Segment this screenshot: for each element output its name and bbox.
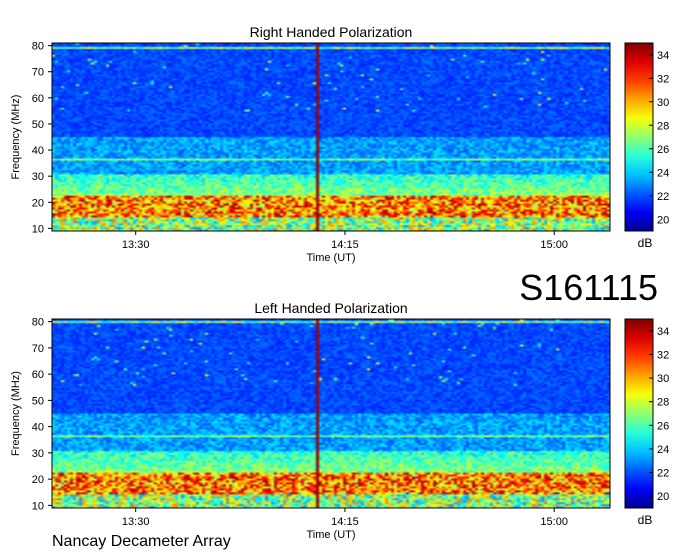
- y-tick-label: 20: [32, 474, 44, 486]
- colorbar-tick-label: 24: [657, 167, 669, 179]
- y-tick-label: 50: [32, 395, 44, 407]
- y-tick-label: 70: [32, 67, 44, 79]
- colorbar-tick-label: 22: [657, 191, 669, 203]
- colorbar-tick-label: 26: [657, 420, 669, 432]
- y-tick-label: 80: [32, 41, 44, 53]
- y-tick-label: 60: [32, 369, 44, 381]
- footer-caption: Nancay Decameter Array: [52, 533, 231, 550]
- y-axis-label: Frequency (MHz): [10, 95, 22, 180]
- event-id: S161115: [519, 267, 658, 308]
- colorbar-label: dB: [638, 513, 653, 527]
- x-tick-label: 13:30: [122, 516, 150, 528]
- y-axis-label: Frequency (MHz): [10, 371, 22, 456]
- y-tick-label: 40: [32, 422, 44, 434]
- colorbar-tick-label: 32: [657, 349, 669, 361]
- x-tick-label: 14:15: [331, 239, 359, 251]
- y-tick-label: 30: [32, 448, 44, 460]
- colorbar-label: dB: [638, 236, 653, 250]
- spectrogram-image: [52, 43, 610, 231]
- x-axis-label: Time (UT): [306, 529, 355, 541]
- colorbar-tick-label: 28: [657, 397, 669, 409]
- spectrogram-figure: Right Handed Polarization 10 20 30 40 50 60 70 8…: [10, 24, 669, 550]
- plot-title: Left Handed Polarization: [254, 300, 407, 316]
- colorbar-tick-label: 28: [657, 120, 669, 132]
- y-tick-label: 20: [32, 197, 44, 209]
- colorbar-tick-label: 30: [657, 373, 669, 385]
- y-tick-label: 80: [32, 317, 44, 329]
- y-tick-label: 10: [32, 500, 44, 512]
- y-tick-label: 50: [32, 119, 44, 131]
- colorbar-tick-label: 26: [657, 144, 669, 156]
- lhp-panel: Left Handed Polarization 10 20 30 40 50 60 70 80…: [10, 300, 669, 541]
- y-tick-label: 40: [32, 145, 44, 157]
- x-tick-label: 15:00: [540, 239, 568, 251]
- colorbar-tick-label: 32: [657, 73, 669, 85]
- colorbar-tick-label: 34: [657, 326, 669, 338]
- x-tick-label: 14:15: [331, 516, 359, 528]
- y-tick-label: 10: [32, 223, 44, 235]
- y-tick-label: 60: [32, 93, 44, 105]
- colorbar-tick-label: 34: [657, 50, 669, 62]
- x-tick-label: 15:00: [540, 516, 568, 528]
- colorbar-tick-label: 24: [657, 444, 669, 456]
- colorbar-tick-label: 20: [657, 214, 669, 226]
- spectrogram-image: [52, 319, 610, 508]
- colorbar-tick-label: 30: [657, 97, 669, 109]
- y-tick-label: 30: [32, 171, 44, 183]
- colorbar: [624, 318, 654, 509]
- y-tick-label: 70: [32, 343, 44, 355]
- x-axis-label: Time (UT): [306, 252, 355, 264]
- colorbar: [624, 42, 654, 232]
- rhp-panel: Right Handed Polarization 10 20 30 40 50 60 70 8…: [10, 24, 669, 264]
- x-tick-label: 13:30: [122, 239, 150, 251]
- plot-title: Right Handed Polarization: [250, 24, 413, 40]
- colorbar-tick-label: 22: [657, 468, 669, 480]
- colorbar-tick-label: 20: [657, 491, 669, 503]
